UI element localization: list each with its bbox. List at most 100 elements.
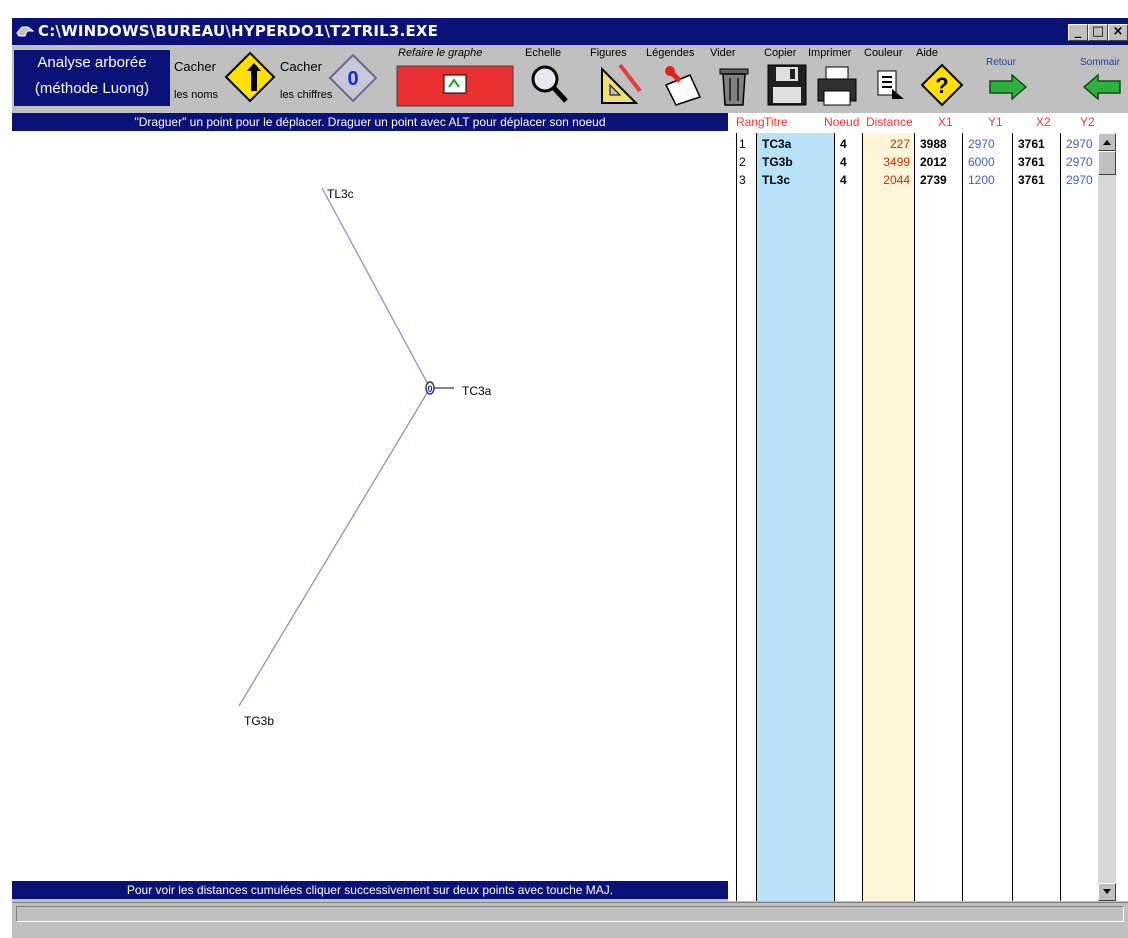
scale-label: Echelle <box>525 47 562 59</box>
tree-graph[interactable]: 0 TC3a TG3b TL3c <box>12 131 728 881</box>
cell-rang: 2 <box>739 155 746 169</box>
back-label: Retour <box>986 57 1017 68</box>
cell-x2: 3761 <box>1018 173 1045 187</box>
status-panel <box>16 906 1124 922</box>
redo-graph-icon <box>396 65 514 107</box>
drag-hint-bar: "Draguer" un point pour le déplacer. Dra… <box>12 113 728 131</box>
maximize-icon: □ <box>1091 24 1105 39</box>
scroll-thumb[interactable] <box>1098 151 1116 175</box>
header-distance[interactable]: Distance <box>866 115 913 129</box>
cell-distance: 3499 <box>883 155 910 169</box>
cell-noeud: 4 <box>840 137 847 151</box>
scroll-up-icon <box>1103 140 1111 145</box>
cell-titre: TG3b <box>762 155 793 169</box>
header-titre[interactable]: Titre <box>764 115 788 129</box>
clear-label: Vider <box>710 47 736 59</box>
legends-label: Légendes <box>646 47 695 59</box>
app-icon <box>16 26 34 37</box>
hide-numbers-sign-icon: 0 <box>328 53 378 103</box>
cell-y2: 2970 <box>1066 173 1093 187</box>
col-divider <box>1060 133 1061 901</box>
col-divider <box>834 133 835 901</box>
col-divider <box>914 133 915 901</box>
trash-icon <box>719 68 749 106</box>
cell-x1: 2739 <box>920 173 947 187</box>
header-noeud[interactable]: Noeud <box>824 115 859 129</box>
col-divider <box>756 133 757 901</box>
summary-label: Sommair <box>1080 57 1121 68</box>
hide-names-sign-icon <box>224 51 276 103</box>
point-label-tg3b[interactable]: TG3b <box>244 714 274 728</box>
hide-names-label-1: Cacher <box>174 59 216 74</box>
cell-y1: 2970 <box>968 137 995 151</box>
hide-numbers-label-1: Cacher <box>280 59 322 74</box>
header-y1[interactable]: Y1 <box>988 115 1003 129</box>
cell-distance: 2044 <box>883 173 910 187</box>
cell-noeud: 4 <box>840 155 847 169</box>
figures-label: Figures <box>590 47 627 59</box>
cell-y1: 1200 <box>968 173 995 187</box>
app-window: C:\WINDOWS\BUREAU\HYPERDO1\T2TRIL3.EXE _… <box>12 18 1128 938</box>
printer-icon <box>817 66 857 106</box>
cell-x1: 2012 <box>920 155 947 169</box>
col-divider <box>1012 133 1013 901</box>
window-title: C:\WINDOWS\BUREAU\HYPERDO1\T2TRIL3.EXE <box>38 22 439 40</box>
hide-numbers-label-2: les chiffres <box>280 89 333 101</box>
set-square-icon <box>601 63 642 104</box>
header-rang[interactable]: Rang <box>736 115 765 129</box>
title-bar[interactable]: C:\WINDOWS\BUREAU\HYPERDO1\T2TRIL3.EXE _… <box>12 18 1128 45</box>
point-label-tl3c[interactable]: TL3c <box>327 187 354 201</box>
cumulative-hint-bar: Pour voir les distances cumulées cliquer… <box>12 881 728 899</box>
title-column-bg <box>756 133 834 901</box>
cell-y1: 6000 <box>968 155 995 169</box>
arrow-left-icon <box>1082 73 1121 101</box>
cell-titre: TL3c <box>762 173 791 187</box>
close-icon: × <box>1112 24 1124 39</box>
cell-x2: 3761 <box>1018 137 1045 151</box>
data-table: Rang Titre Noeud Distance X1 Y1 X2 Y2 1 … <box>728 113 1128 901</box>
cell-y2: 2970 <box>1066 137 1093 151</box>
minimize-button[interactable]: _ <box>1068 24 1088 41</box>
color-label: Couleur <box>864 47 903 59</box>
header-y2[interactable]: Y2 <box>1080 115 1095 129</box>
point-label-tc3a[interactable]: TC3a <box>462 384 492 398</box>
cell-noeud: 4 <box>840 173 847 187</box>
print-label: Imprimer <box>808 47 852 59</box>
legend-notepad-icon <box>664 66 702 106</box>
scroll-up-button[interactable] <box>1098 133 1116 151</box>
col-divider <box>962 133 963 901</box>
toolbar: Analyse arborée (méthode Luong) Cacher l… <box>12 45 1128 113</box>
cell-titre: TC3a <box>762 137 792 151</box>
analysis-title-box: Analyse arborée (méthode Luong) <box>14 50 170 106</box>
cell-x1: 3988 <box>920 137 947 151</box>
close-button[interactable]: × <box>1108 24 1128 41</box>
redo-graph-label: Refaire le graphe <box>398 47 483 59</box>
col-divider <box>862 133 863 901</box>
color-document-icon <box>877 70 904 99</box>
node-number: 0 <box>427 384 432 394</box>
edge-tg3b <box>238 387 431 707</box>
maximize-button[interactable]: □ <box>1088 24 1108 41</box>
magnifier-icon <box>531 65 568 103</box>
help-question-mark: ? <box>935 73 948 98</box>
graph-canvas[interactable]: 0 TC3a TG3b TL3c <box>12 131 728 881</box>
table-scrollbar[interactable] <box>1098 133 1116 901</box>
hide-names-label-2: les noms <box>174 89 219 101</box>
help-question-icon: ? <box>920 63 964 107</box>
scroll-down-icon <box>1103 889 1111 894</box>
floppy-disk-icon <box>767 64 807 106</box>
header-x2[interactable]: X2 <box>1036 115 1051 129</box>
cell-y2: 2970 <box>1066 155 1093 169</box>
status-bar <box>12 902 1128 925</box>
cell-x2: 3761 <box>1018 155 1045 169</box>
analysis-title-line1: Analyse arborée <box>37 54 147 71</box>
cell-rang: 1 <box>739 137 746 151</box>
distance-column-bg <box>862 133 914 901</box>
header-x1[interactable]: X1 <box>938 115 953 129</box>
scroll-down-button[interactable] <box>1098 883 1116 901</box>
hide-numbers-digit: 0 <box>347 68 358 90</box>
copy-label: Copier <box>764 47 797 59</box>
minimize-icon: _ <box>1074 24 1082 39</box>
edge-tl3c <box>321 187 431 389</box>
cell-rang: 3 <box>739 173 746 187</box>
